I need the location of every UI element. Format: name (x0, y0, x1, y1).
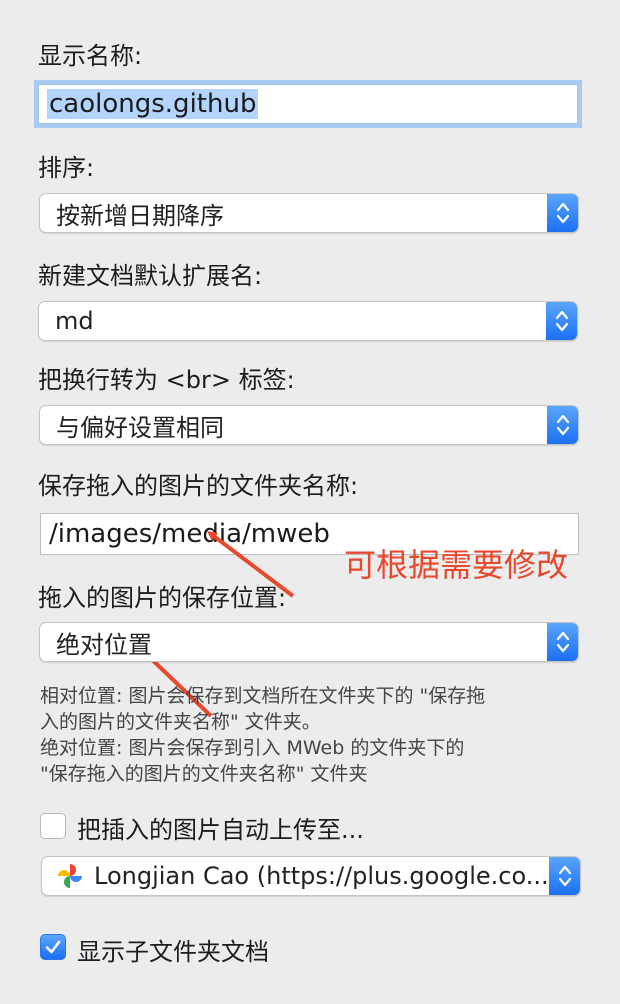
checkmark-icon (45, 940, 61, 954)
help-line: 绝对位置: 图片会保存到引入 MWeb 的文件夹下的 (40, 737, 465, 759)
upload-service-stepper[interactable] (549, 857, 580, 895)
annotation-text: 可根据需要修改 (344, 546, 569, 584)
help-line: "保存拖入的图片的文件夹名称" 文件夹 (40, 763, 368, 785)
upload-service-selected-value: Longjian Cao (https://plus.google.co... (94, 862, 549, 890)
annotation-arrows (140, 530, 295, 718)
upload-service-select[interactable]: Longjian Cao (https://plus.google.co... (41, 856, 581, 896)
auto-upload-checkbox[interactable] (40, 813, 66, 839)
up-down-chevron-icon (558, 865, 572, 887)
help-line: 入的图片的文件夹名称" 文件夹。 (40, 711, 321, 733)
help-line: 相对位置: 图片会保存到文档所在文件夹下的 "保存拖 (40, 685, 486, 707)
image-location-stepper[interactable] (547, 623, 578, 661)
image-location-select[interactable]: 绝对位置 (39, 622, 579, 662)
show-subfolders-label[interactable]: 显示子文件夹文档 (77, 932, 269, 967)
google-photos-pinwheel-icon (58, 864, 82, 888)
auto-upload-label[interactable]: 把插入的图片自动上传至... (77, 810, 364, 845)
show-subfolders-checkbox[interactable] (40, 934, 66, 960)
image-location-help: 相对位置: 图片会保存到文档所在文件夹下的 "保存拖 入的图片的文件夹名称" 文… (40, 683, 580, 787)
image-location-selected-value: 绝对位置 (56, 630, 152, 659)
image-location-label: 拖入的图片的保存位置: (38, 584, 287, 612)
up-down-chevron-icon (556, 631, 570, 653)
